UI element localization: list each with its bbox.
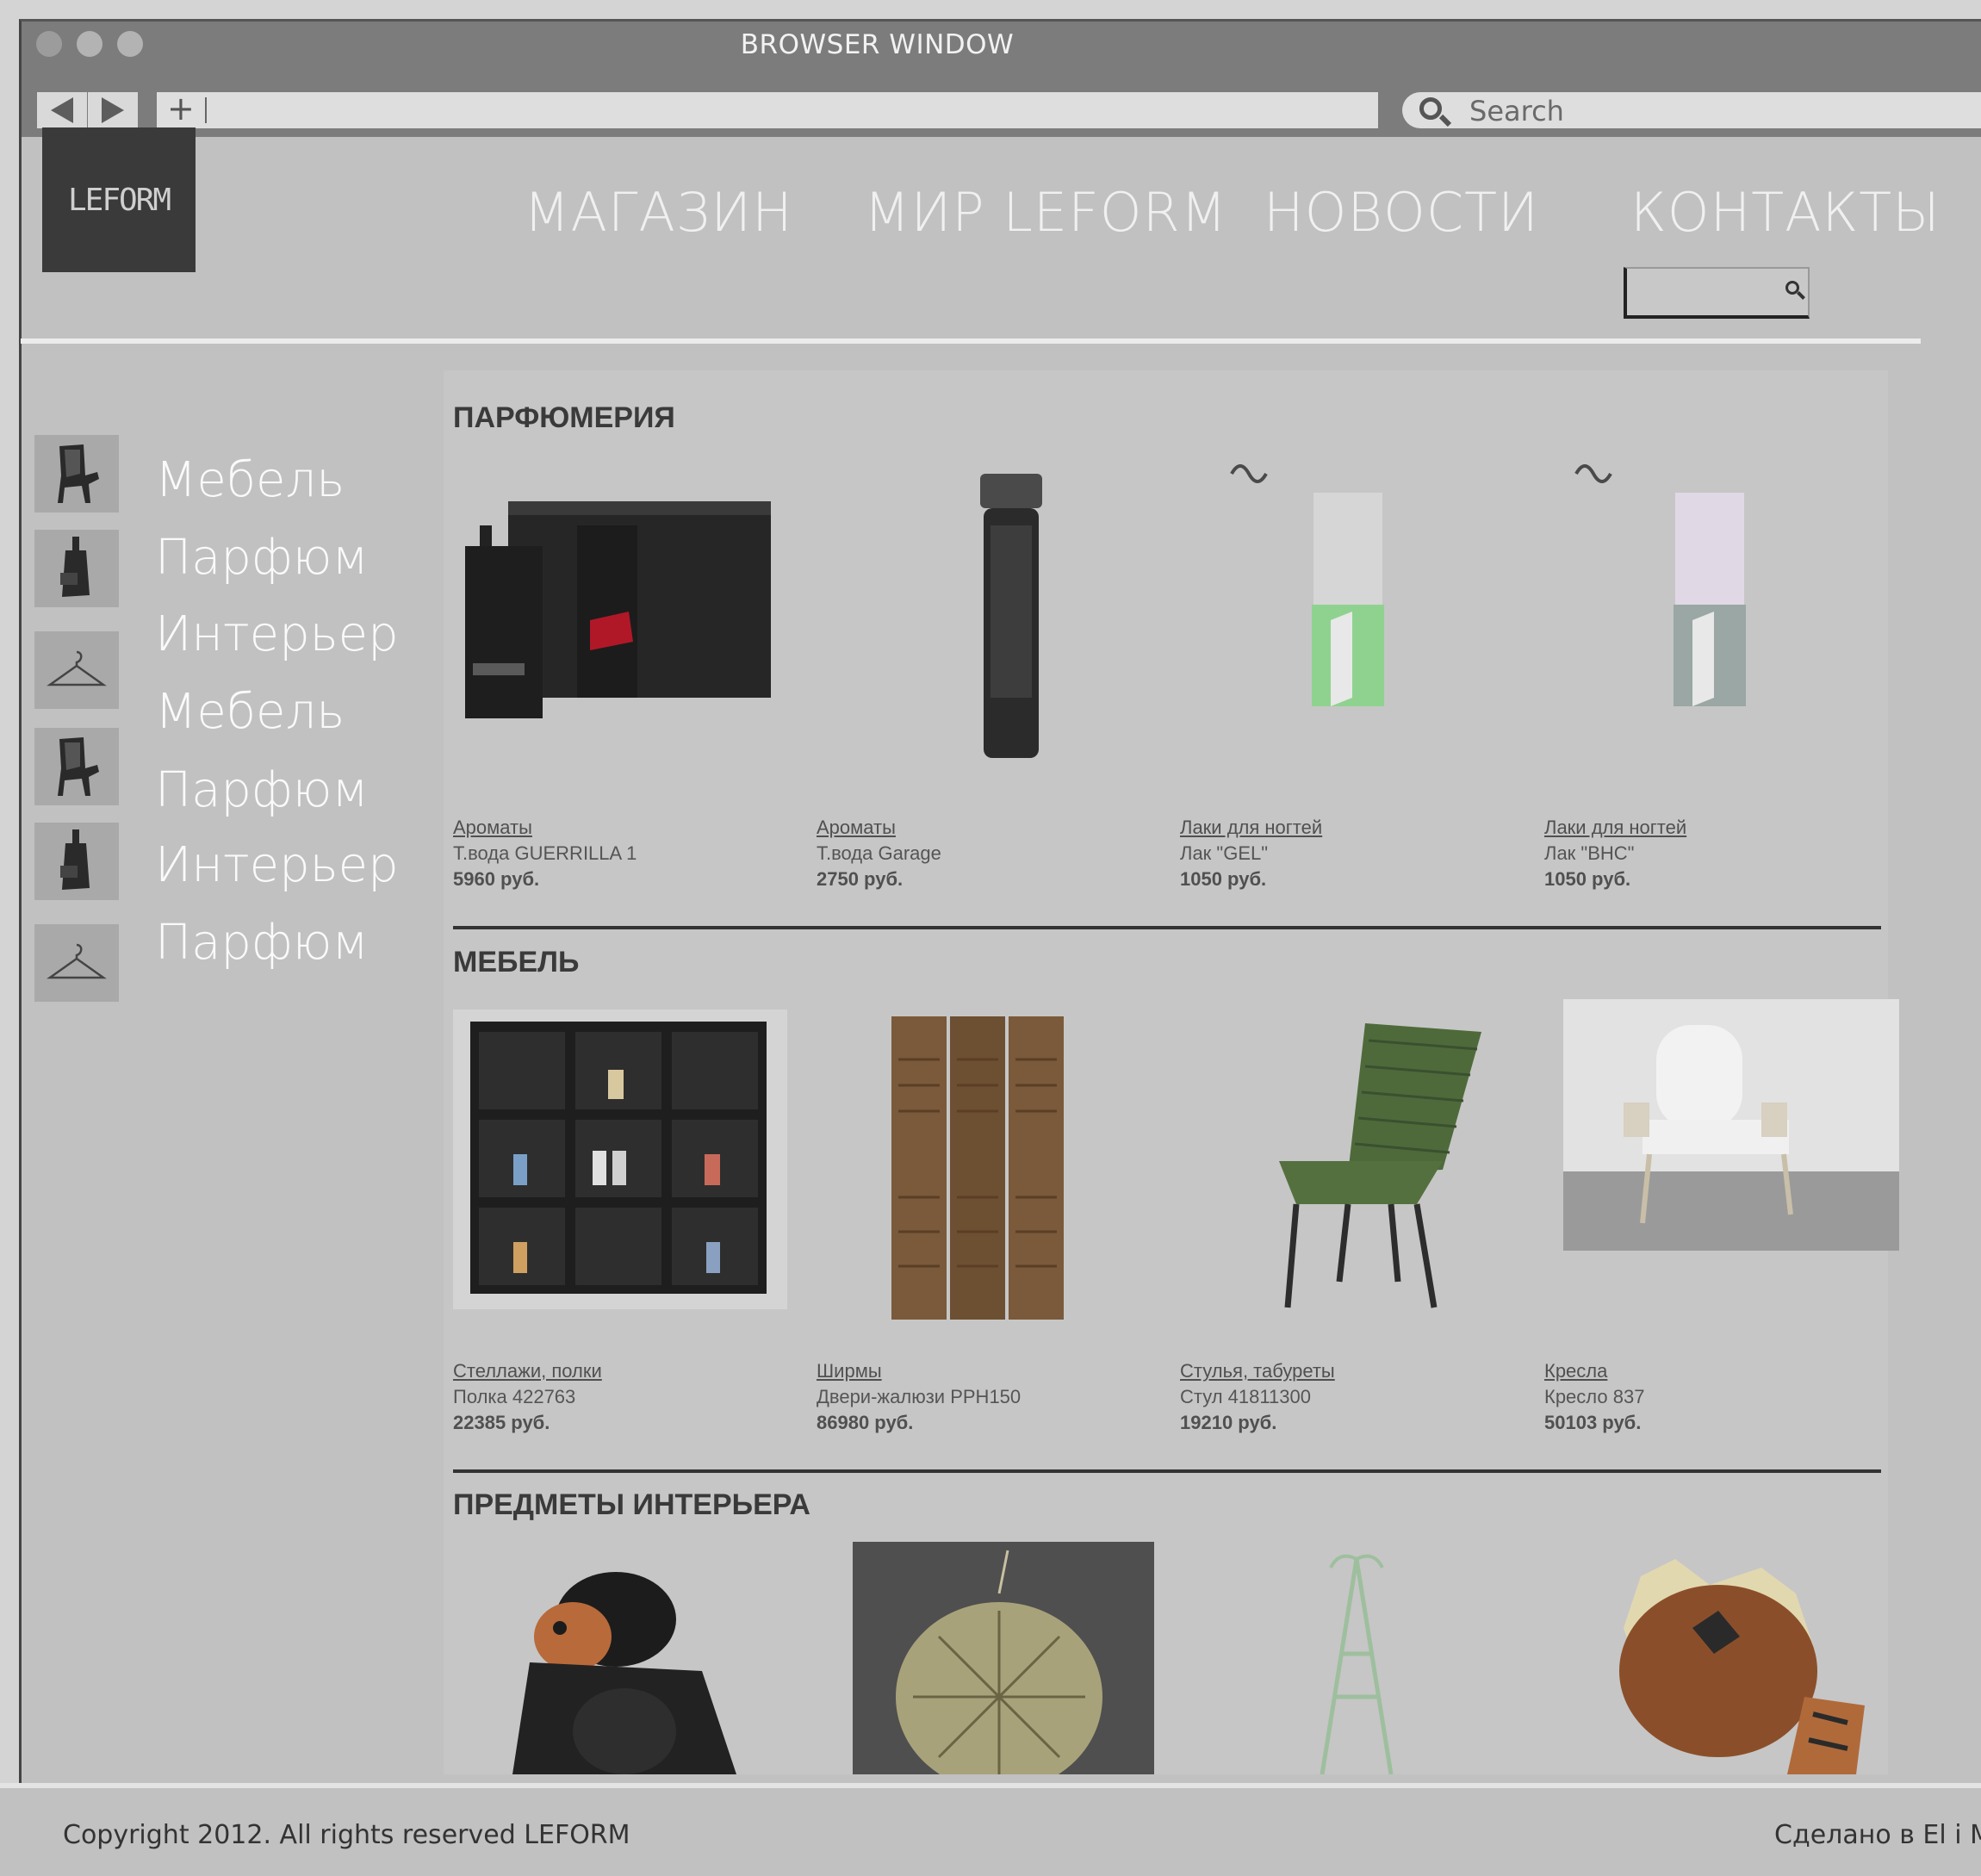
sidebar-item-perfume-2[interactable]: Парфюм <box>155 762 369 818</box>
sidebar-item-furniture[interactable]: Мебель <box>155 452 345 508</box>
product-category-link[interactable]: Кресла <box>1544 1360 1607 1382</box>
title-bar: BROWSER WINDOW <box>22 22 1981 66</box>
product-name[interactable]: Двери-жалюзи PPH150 <box>817 1386 1021 1408</box>
section-divider <box>453 926 1881 929</box>
back-arrow-icon <box>51 97 73 123</box>
sidebar-item-interior-2[interactable]: Интерьер <box>155 837 399 893</box>
text-caret <box>205 97 207 123</box>
product-price: 2750 руб. <box>817 868 904 890</box>
product-image-tiger[interactable] <box>1589 1559 1873 1774</box>
product-name[interactable]: Лак "BHC" <box>1544 842 1634 865</box>
section-divider <box>453 1469 1881 1473</box>
hanger-icon[interactable] <box>34 924 119 1002</box>
product-price: 86980 руб. <box>817 1412 914 1433</box>
sidebar-item-perfume[interactable]: Парфюм <box>155 530 369 586</box>
product-image-garage[interactable] <box>956 474 1059 767</box>
product-image-chair[interactable] <box>1262 1015 1494 1316</box>
product-category-link[interactable]: Ширмы <box>817 1360 882 1382</box>
leform-logo[interactable]: LEFORM <box>42 127 196 272</box>
search-icon <box>1419 97 1442 120</box>
product-price: 1050 руб. <box>1180 868 1267 890</box>
logo-text: LEFORM <box>67 182 171 218</box>
sidebar-item-furniture-2[interactable]: Мебель <box>155 684 345 740</box>
hanger-icon[interactable] <box>34 631 119 709</box>
browser-search-field[interactable]: Search <box>1402 92 1981 128</box>
product-name[interactable]: Полка 422763 <box>453 1386 575 1408</box>
section-title-furniture: МЕБЕЛЬ <box>453 946 580 978</box>
product-name[interactable]: Т.вода Garage <box>817 842 941 865</box>
product-image-nail-gel[interactable] <box>1202 448 1391 775</box>
product-image-nail-bhc[interactable] <box>1563 448 1787 775</box>
chair-icon[interactable] <box>34 728 119 805</box>
nav-news[interactable]: НОВОСТИ <box>1264 181 1539 244</box>
address-bar[interactable]: + <box>157 90 1378 128</box>
product-image-shelf[interactable] <box>453 1009 787 1309</box>
product-price: 1050 руб. <box>1544 868 1631 890</box>
product-price: 19210 руб. <box>1180 1412 1277 1433</box>
section-title-interior: ПРЕДМЕТЫ ИНТЕРЬЕРА <box>453 1488 810 1521</box>
catalog-content: ПАРФЮМЕРИЯ Ароматы Т.вода GUERRILLA 1 59… <box>444 370 1899 1774</box>
product-category-link[interactable]: Ароматы <box>453 817 532 839</box>
chair-icon[interactable] <box>34 435 119 512</box>
product-name[interactable]: Стул 41811300 <box>1180 1386 1311 1408</box>
made-in-credit[interactable]: Сделано в El i Mot <box>1774 1820 1981 1850</box>
product-category-link[interactable]: Лаки для ногтей <box>1544 817 1686 839</box>
product-image-paper-ornament[interactable] <box>853 1542 1154 1774</box>
product-category-link[interactable]: Стулья, табуреты <box>1180 1360 1335 1382</box>
product-image-guerrilla[interactable] <box>461 491 771 732</box>
product-name[interactable]: Кресло 837 <box>1544 1386 1644 1408</box>
sidebar-item-interior[interactable]: Интерьер <box>155 606 399 662</box>
product-image-gorilla[interactable] <box>478 1559 754 1774</box>
product-image-armchair[interactable] <box>1563 999 1899 1251</box>
product-name[interactable]: Т.вода GUERRILLA 1 <box>453 842 637 865</box>
browser-toolbar: + Search <box>22 66 1981 137</box>
search-icon <box>1785 281 1799 295</box>
product-category-link[interactable]: Ароматы <box>817 817 896 839</box>
perfume-bottle-icon[interactable] <box>34 823 119 900</box>
product-price: 22385 руб. <box>453 1412 550 1433</box>
search-placeholder: Search <box>1469 95 1564 127</box>
perfume-bottle-icon[interactable] <box>34 530 119 607</box>
product-category-link[interactable]: Лаки для ногтей <box>1180 817 1322 839</box>
product-category-link[interactable]: Стеллажи, полки <box>453 1360 602 1382</box>
product-price: 50103 руб. <box>1544 1412 1642 1433</box>
section-title-perfumery: ПАРФЮМЕРИЯ <box>453 401 675 434</box>
product-image-screen[interactable] <box>883 1008 1072 1326</box>
product-name[interactable]: Лак "GEL" <box>1180 842 1268 865</box>
forward-button[interactable] <box>88 92 138 128</box>
product-price: 5960 руб. <box>453 868 540 890</box>
site-search-input[interactable] <box>1624 267 1810 319</box>
window-title: BROWSER WINDOW <box>740 29 1015 60</box>
copyright-text: Copyright 2012. All rights reserved LEFO… <box>63 1820 630 1850</box>
product-image-wire-stand[interactable] <box>1296 1550 1417 1774</box>
back-button[interactable] <box>37 92 87 128</box>
forward-arrow-icon <box>102 97 124 123</box>
nav-world-leform[interactable]: МИР LEFORM <box>864 181 1227 244</box>
nav-shop[interactable]: МАГАЗИН <box>524 181 793 244</box>
new-tab-plus-icon[interactable]: + <box>167 90 195 127</box>
sidebar-item-perfume-3[interactable]: Парфюм <box>155 915 369 971</box>
nav-contacts[interactable]: КОНТАКТЫ <box>1630 181 1941 244</box>
header-divider <box>21 339 1921 344</box>
